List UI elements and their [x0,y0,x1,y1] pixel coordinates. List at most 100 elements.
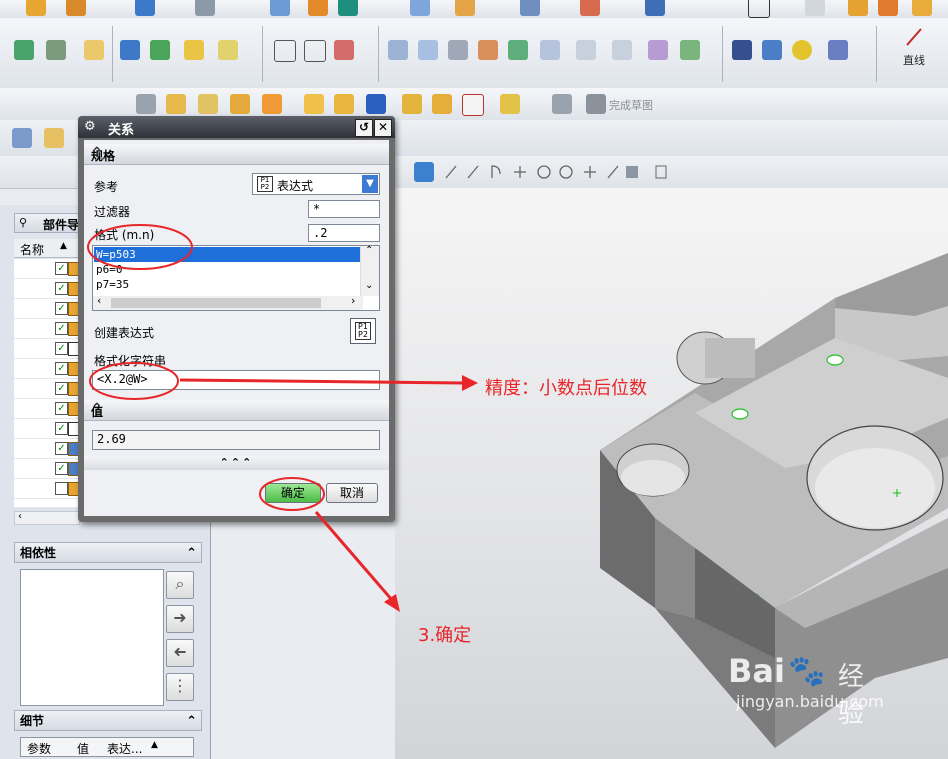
flag-icon[interactable] [338,0,358,16]
checkbox[interactable]: ✓ [55,302,68,315]
checkbox[interactable]: ✓ [55,282,68,295]
scroll-thumb[interactable] [111,298,321,308]
mesh-5-icon[interactable] [508,40,528,60]
scroll-right-icon[interactable]: › [351,294,355,307]
close-icon[interactable]: ✕ [374,119,392,137]
checkbox[interactable]: ✓ [55,442,68,455]
sketch-grid-icon[interactable] [136,94,156,114]
gear-icon[interactable]: ⚙ [84,119,96,134]
abc-icon[interactable] [218,40,238,60]
snap-toolbar-icons[interactable] [440,162,670,182]
mesh-4-icon[interactable] [478,40,498,60]
mesh-9-icon[interactable] [648,40,668,60]
cube-icon[interactable] [912,0,932,16]
graphics-viewport[interactable] [395,188,948,759]
chevron-down-icon[interactable]: ▼ [362,175,378,193]
list-horizontal-scrollbar[interactable]: ‹ › [93,294,363,310]
checkbox[interactable] [55,482,68,495]
checkbox[interactable]: ✓ [55,322,68,335]
part-navigator-header[interactable]: ⚲ 部件导 [14,213,80,233]
expression-list[interactable]: W=p503 p6=0 p7=35 ⌃ ⌄ ‹ › [92,245,380,311]
layer-icon[interactable] [14,40,34,60]
component-icon[interactable] [878,0,898,16]
curve-icon[interactable] [274,40,296,62]
mesh-1-icon[interactable] [388,40,408,60]
list-options-icon[interactable]: ⋮ [166,673,194,701]
reference-select[interactable]: P1 P2 表达式 ▼ [252,173,380,195]
pattern-icon[interactable] [432,94,452,114]
collapse-icon[interactable]: ⌃ [186,543,197,564]
cylinder-blue-icon[interactable] [732,40,752,60]
assembly-icon[interactable] [848,0,868,16]
line-icon[interactable] [904,26,924,48]
expand-more-icon[interactable]: ⌃⌃⌃ [84,456,389,470]
cancel-button[interactable]: 取消 [326,483,378,503]
note-icon[interactable] [84,40,104,60]
block-icon[interactable] [135,0,155,16]
tree-row[interactable]: ✓ [14,459,82,479]
feature-icon[interactable] [66,0,86,16]
trim-icon[interactable] [462,94,484,116]
mirror-icon[interactable] [366,94,386,114]
sketch-task-icon[interactable] [552,94,572,114]
constraint-icon[interactable] [334,40,354,60]
part-model[interactable] [395,188,948,759]
create-expression-button[interactable]: P1 P2 [350,318,376,344]
view-icon[interactable] [645,0,665,16]
selection-mode-icon[interactable] [44,128,64,148]
fastener-icon[interactable] [828,40,848,60]
tree-column-header[interactable]: 名称 ▲ [14,239,80,258]
tree-row[interactable]: ✓ [14,379,82,399]
hammer-blue-icon[interactable] [120,40,140,60]
datum-icon[interactable] [198,94,218,114]
list-item-selected[interactable]: W=p503 [94,247,360,262]
mesh-7-icon[interactable] [576,40,596,60]
tree-row[interactable]: ✓ [14,399,82,419]
box-yellow-icon[interactable] [184,40,204,60]
tree-row[interactable]: ✓ [14,439,82,459]
tree-row[interactable]: ✓ [14,419,82,439]
extrude-icon[interactable] [304,94,324,114]
line-tool-label[interactable]: 直线 [903,52,925,68]
selection-filter-icon[interactable] [12,128,32,148]
checkbox[interactable]: ✓ [55,422,68,435]
checkbox[interactable]: ✓ [55,262,68,275]
checkbox[interactable]: ✓ [55,402,68,415]
arrow-left-icon[interactable]: ➜ [166,639,194,667]
mesh-8-icon[interactable] [612,40,632,60]
curve-edit-icon[interactable] [304,40,326,62]
tree-row[interactable]: ✓ [14,279,82,299]
mesh-10-icon[interactable] [680,40,700,60]
search-icon[interactable]: ⌕ [166,571,194,599]
tree-row[interactable]: ✓ [14,319,82,339]
pin-icon[interactable]: ⚲ [19,216,27,229]
reset-icon[interactable]: ↺ [355,119,373,137]
draft-icon[interactable] [520,0,540,16]
sort-up-icon[interactable]: ▲ [151,740,158,750]
analysis-icon[interactable] [580,0,600,16]
checkbox[interactable]: ✓ [55,342,68,355]
tree-row[interactable] [14,479,82,499]
copy-icon[interactable] [805,0,825,16]
chain-icon[interactable] [500,94,520,114]
sort-up-icon[interactable]: ▲ [60,241,67,251]
collapse-icon[interactable]: ⌃ [91,401,383,417]
tree-row[interactable]: ✓ [14,359,82,379]
mesh-6-icon[interactable] [540,40,560,60]
collapse-icon[interactable]: ⌃ [186,711,197,732]
revolve-icon[interactable] [334,94,354,114]
list-item[interactable]: p7=35 [94,277,360,292]
dependency-list[interactable] [20,569,164,706]
surface-icon[interactable] [410,0,430,16]
point-icon[interactable] [166,94,186,114]
checkbox[interactable]: ✓ [55,362,68,375]
finish-sketch-label[interactable]: 完成草图 [609,97,653,113]
csys-icon[interactable] [262,94,282,114]
sweep-icon[interactable] [455,0,475,16]
format-string-input[interactable]: <X.2@W> [92,370,380,390]
list-item[interactable]: p6=0 [94,262,360,277]
washer-icon[interactable] [792,40,812,60]
details-header[interactable]: 细节 ⌃ [14,710,202,731]
tree-row[interactable]: ✓ [14,299,82,319]
datum-axis-icon[interactable] [230,94,250,114]
